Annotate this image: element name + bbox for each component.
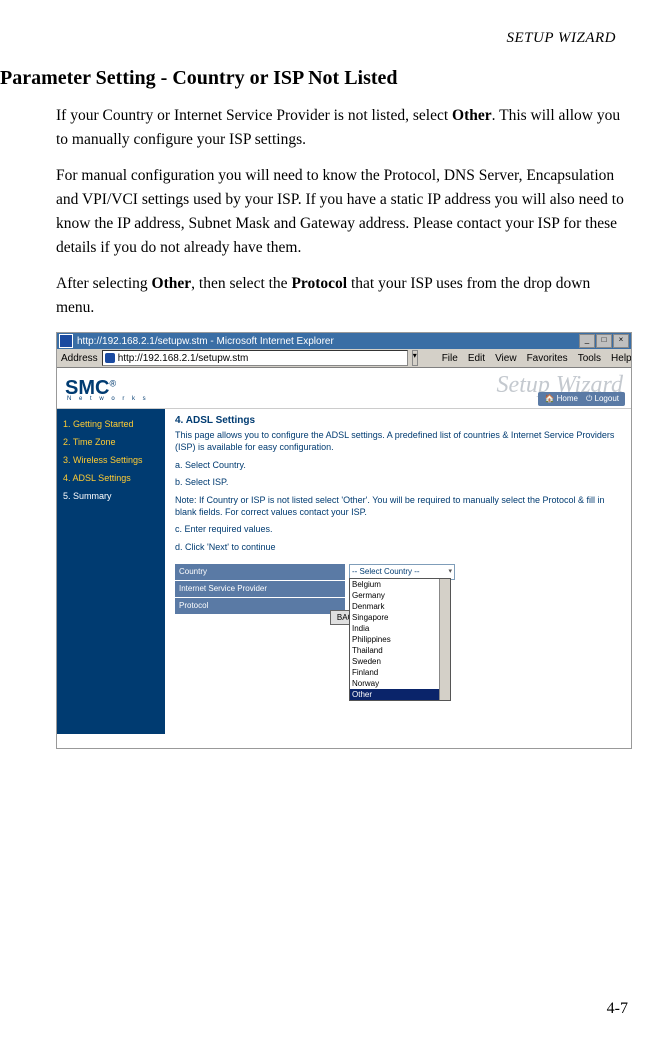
home-link[interactable]: 🏠 Home: [544, 394, 578, 404]
brand-bar: SMC® N e t w o r k s Setup Wizard 🏠 Home…: [57, 368, 631, 409]
option-finland[interactable]: Finland: [350, 667, 450, 678]
panel-note: Note: If Country or ISP is not listed se…: [175, 495, 621, 518]
window-titlebar: http://192.168.2.1/setupw.stm - Microsof…: [57, 333, 631, 349]
option-other[interactable]: Other: [350, 689, 450, 700]
page-header: SETUP WIZARD: [0, 30, 626, 47]
sidebar-item-time-zone[interactable]: 2. Time Zone: [57, 433, 165, 451]
close-button[interactable]: ×: [613, 334, 629, 348]
address-value: http://192.168.2.1/setupw.stm: [118, 353, 249, 364]
sidebar-item-summary[interactable]: 5. Summary: [57, 487, 165, 505]
panel-step-b: b. Select ISP.: [175, 477, 621, 489]
logout-link[interactable]: ⏻ Logout: [586, 394, 619, 404]
option-thailand[interactable]: Thailand: [350, 645, 450, 656]
page-heading: Parameter Setting - Country or ISP Not L…: [0, 67, 626, 90]
option-singapore[interactable]: Singapore: [350, 612, 450, 623]
address-dropdown-icon[interactable]: ▾: [412, 350, 418, 366]
address-bar: Address http://192.168.2.1/setupw.stm ▾ …: [57, 349, 631, 368]
panel-intro: This page allows you to configure the AD…: [175, 430, 621, 453]
option-norway[interactable]: Norway: [350, 678, 450, 689]
option-sweden[interactable]: Sweden: [350, 656, 450, 667]
window-title: http://192.168.2.1/setupw.stm - Microsof…: [77, 336, 334, 347]
p3-text-b: , then select the: [191, 275, 291, 292]
sidebar-item-getting-started[interactable]: 1. Getting Started: [57, 415, 165, 433]
p3-bold1: Other: [152, 275, 192, 292]
address-label: Address: [61, 353, 98, 364]
form-area: Country Internet Service Provider Protoc…: [175, 564, 621, 618]
top-links: 🏠 Home ⏻ Logout: [538, 392, 625, 406]
sidebar-item-wireless[interactable]: 3. Wireless Settings: [57, 451, 165, 469]
main-panel: 4. ADSL Settings This page allows you to…: [165, 409, 631, 734]
menu-view[interactable]: View: [495, 353, 517, 364]
body-paragraph-3: After selecting Other, then select the P…: [56, 272, 626, 320]
address-input[interactable]: http://192.168.2.1/setupw.stm: [102, 350, 408, 366]
embedded-screenshot: http://192.168.2.1/setupw.stm - Microsof…: [56, 332, 632, 749]
minimize-button[interactable]: _: [579, 334, 595, 348]
option-belgium[interactable]: Belgium: [350, 579, 450, 590]
label-country: Country: [175, 564, 345, 581]
p1-text-a: If your Country or Internet Service Prov…: [56, 107, 452, 124]
body-paragraph-2: For manual configuration you will need t…: [56, 164, 626, 260]
label-isp: Internet Service Provider: [175, 581, 345, 598]
logo-reg: ®: [109, 378, 116, 388]
menu-help[interactable]: Help: [611, 353, 632, 364]
country-selected: -- Select Country --: [352, 566, 420, 578]
chevron-down-icon: ▾: [448, 566, 452, 578]
menu-tools[interactable]: Tools: [578, 353, 601, 364]
maximize-button[interactable]: □: [596, 334, 612, 348]
ie-icon: [59, 334, 73, 348]
option-india[interactable]: India: [350, 623, 450, 634]
p3-text-a: After selecting: [56, 275, 152, 292]
p2-text: For manual configuration you will need t…: [56, 164, 626, 260]
panel-step-c: c. Enter required values.: [175, 524, 621, 536]
p3-bold2: Protocol: [291, 275, 347, 292]
dropdown-scrollbar[interactable]: [439, 579, 450, 700]
menu-favorites[interactable]: Favorites: [527, 353, 568, 364]
menu-bar: File Edit View Favorites Tools Help: [422, 353, 632, 364]
option-philippines[interactable]: Philippines: [350, 634, 450, 645]
logout-link-label: Logout: [595, 394, 619, 403]
option-germany[interactable]: Germany: [350, 590, 450, 601]
sidebar: 1. Getting Started 2. Time Zone 3. Wirel…: [57, 409, 165, 734]
home-link-label: Home: [557, 394, 578, 403]
menu-edit[interactable]: Edit: [468, 353, 485, 364]
option-denmark[interactable]: Denmark: [350, 601, 450, 612]
form-labels: Country Internet Service Provider Protoc…: [175, 564, 345, 618]
country-dropdown[interactable]: Belgium Germany Denmark Singapore India …: [349, 578, 451, 701]
panel-title: 4. ADSL Settings: [175, 415, 621, 426]
logo-subtext: N e t w o r k s: [67, 396, 149, 402]
page-icon: [105, 353, 115, 363]
panel-step-d: d. Click 'Next' to continue: [175, 542, 621, 554]
p1-bold: Other: [452, 107, 492, 124]
sidebar-item-adsl[interactable]: 4. ADSL Settings: [57, 469, 165, 487]
panel-step-a: a. Select Country.: [175, 460, 621, 472]
page-number: 4-7: [607, 1000, 628, 1018]
label-protocol: Protocol: [175, 598, 345, 615]
menu-file[interactable]: File: [442, 353, 458, 364]
body-paragraph-1: If your Country or Internet Service Prov…: [56, 104, 626, 152]
form-controls: -- Select Country -- ▾ ▾ ▾ Belgium Germa…: [345, 564, 455, 618]
